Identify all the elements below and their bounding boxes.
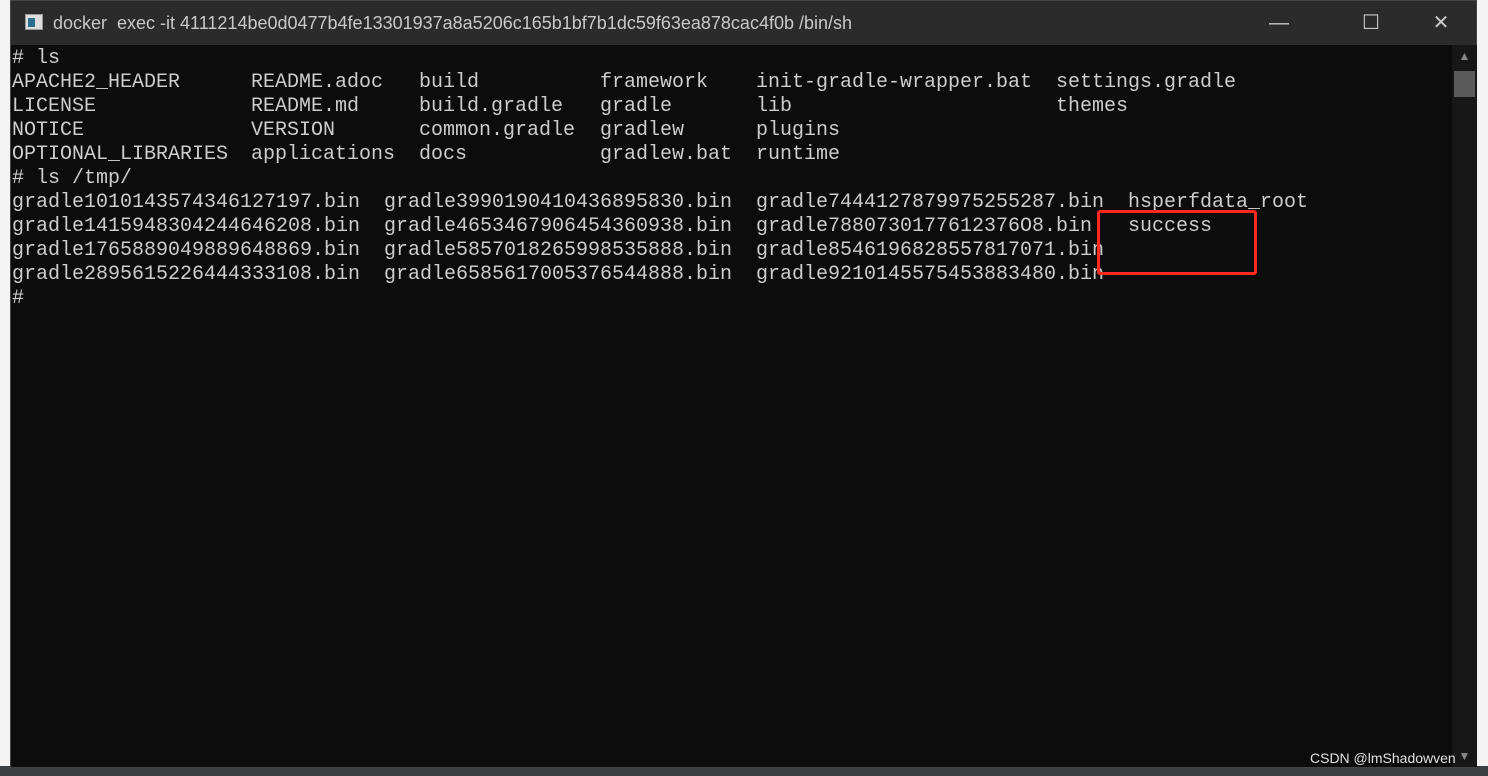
tmp-entry: gradle5857018265998535888.bin xyxy=(384,239,733,262)
tmp-entry: gradle1415948304244646208.bin xyxy=(12,215,361,238)
maximize-button[interactable]: ☐ xyxy=(1351,7,1391,39)
window-title: docker exec -it 4111214be0d0477b4fe13301… xyxy=(53,13,853,33)
close-button[interactable]: ✕ xyxy=(1421,7,1461,39)
ls-entry: runtime xyxy=(756,143,841,166)
ls-entry: lib xyxy=(756,95,793,118)
terminal-output[interactable]: # ls # ls /tmp/ # APACHE2_HEADER README.a… xyxy=(11,45,1452,767)
tmp-entry: gradle7880730177612376O8.bin xyxy=(756,215,1093,238)
tmp-entry: gradle7444127879975255287.bin xyxy=(756,191,1105,214)
ls-entry: build.gradle xyxy=(419,95,564,118)
minimize-button[interactable]: — xyxy=(1259,7,1299,39)
tmp-entry: gradle3990190410436895830.bin xyxy=(384,191,733,214)
tmp-entry: gradle9210145575453883480.bin xyxy=(756,263,1105,286)
ls-entry: OPTIONAL_LIBRARIES xyxy=(12,143,229,166)
tmp-entry: gradle2895615226444333108.bin xyxy=(12,263,361,286)
tmp-entry: gradle1765889049889648869.bin xyxy=(12,239,361,262)
ls-entry: README.md xyxy=(251,95,360,118)
ls-entry: build xyxy=(419,71,480,94)
title-bar[interactable]: docker exec -it 4111214be0d0477b4fe13301… xyxy=(11,1,1476,45)
ls-entry: common.gradle xyxy=(419,119,576,142)
ls-entry: init-gradle-wrapper.bat xyxy=(756,71,1033,94)
watermark: CSDN @lmShadowven xyxy=(1310,750,1456,766)
tmp-entry: gradle1010143574346127197.bin xyxy=(12,191,361,214)
ls-entry: APACHE2_HEADER xyxy=(12,71,181,94)
ls-entry: docs xyxy=(419,143,468,166)
ls-entry: settings.gradle xyxy=(1056,71,1237,94)
ls-entry: NOTICE xyxy=(12,119,85,142)
prompt-ls-tmp: # ls /tmp/ xyxy=(12,167,133,190)
ls-entry: applications xyxy=(251,143,396,166)
ls-entry: VERSION xyxy=(251,119,336,142)
scroll-down-icon[interactable]: ▼ xyxy=(1452,749,1477,763)
console-app-icon xyxy=(25,14,43,30)
prompt-ls: # ls xyxy=(12,47,61,70)
ls-entry: LICENSE xyxy=(12,95,97,118)
ls-entry: framework xyxy=(600,71,709,94)
scroll-up-icon[interactable]: ▲ xyxy=(1452,49,1477,63)
ls-entry: gradlew xyxy=(600,119,685,142)
terminal-window: docker exec -it 4111214be0d0477b4fe13301… xyxy=(10,0,1477,768)
ls-entry: themes xyxy=(1056,95,1129,118)
ls-entry: gradlew.bat xyxy=(600,143,733,166)
tmp-entry: gradle8546196828557817071.bin xyxy=(756,239,1105,262)
scrollbar-thumb[interactable] xyxy=(1454,71,1475,97)
ls-entry: gradle xyxy=(600,95,673,118)
tmp-entry: gradle4653467906454360938.bin xyxy=(384,215,733,238)
highlight-box xyxy=(1097,210,1257,275)
ls-entry: plugins xyxy=(756,119,841,142)
prompt-current: # xyxy=(12,287,25,310)
scrollbar[interactable]: ▲ ▼ xyxy=(1452,45,1477,767)
tmp-entry: gradle6585617005376544888.bin xyxy=(384,263,733,286)
ls-entry: README.adoc xyxy=(251,71,384,94)
